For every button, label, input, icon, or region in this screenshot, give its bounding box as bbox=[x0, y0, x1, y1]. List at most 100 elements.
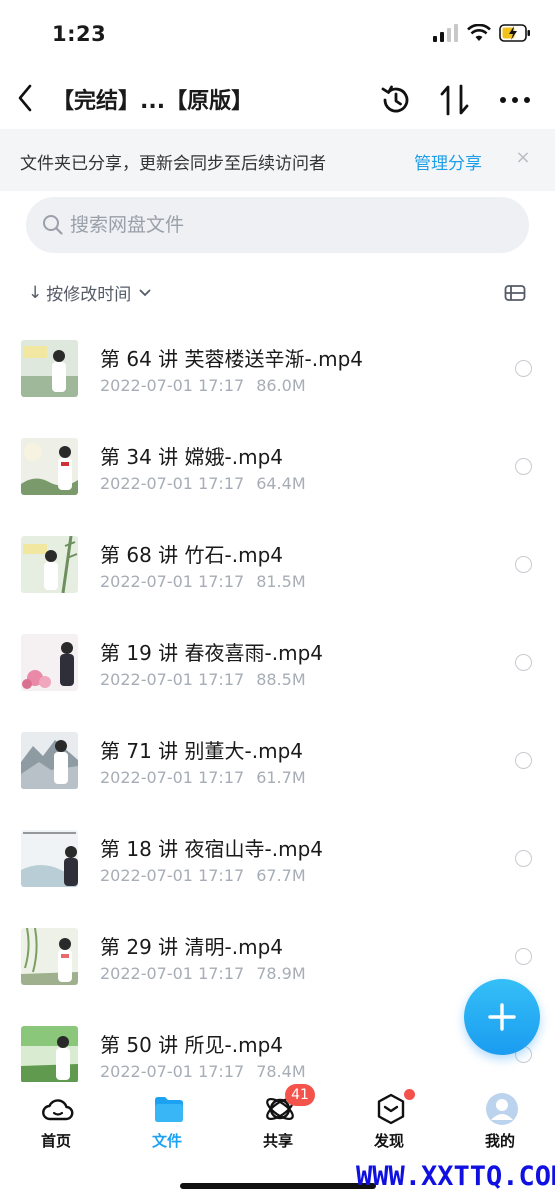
video-thumbnail bbox=[21, 830, 78, 887]
video-thumbnail bbox=[21, 340, 78, 397]
file-row[interactable]: 第 19 讲 春夜喜雨-.mp4 2022-07-01 17:17 88.5M bbox=[0, 614, 555, 712]
video-thumbnail bbox=[21, 732, 78, 789]
tab-home[interactable]: 首页 bbox=[11, 1092, 101, 1152]
add-button[interactable] bbox=[464, 979, 540, 1055]
file-name: 第 50 讲 所见-.mp4 bbox=[100, 1033, 283, 1057]
tab-files[interactable]: 文件 bbox=[122, 1092, 212, 1152]
file-name: 第 34 讲 嫦娥-.mp4 bbox=[100, 445, 283, 469]
avatar-icon bbox=[486, 1093, 518, 1125]
tab-me[interactable]: 我的 bbox=[455, 1092, 545, 1152]
tab-label: 首页 bbox=[40, 1132, 71, 1150]
video-thumbnail bbox=[21, 634, 78, 691]
file-date: 2022-07-01 17:17 bbox=[100, 768, 245, 787]
page-title: 【完结】...【原版】 bbox=[52, 89, 254, 114]
status-icons bbox=[433, 24, 531, 42]
transfer-arrows-icon bbox=[440, 84, 469, 116]
select-radio[interactable] bbox=[515, 556, 532, 573]
transfer-button[interactable] bbox=[435, 80, 475, 120]
file-date: 2022-07-01 17:17 bbox=[100, 1062, 245, 1081]
close-banner-button[interactable]: × bbox=[512, 147, 534, 168]
search-input[interactable] bbox=[70, 205, 510, 245]
share-banner-text: 文件夹已分享，更新会同步至后续访问者 bbox=[20, 154, 326, 174]
wifi-icon bbox=[467, 24, 491, 41]
watermark-text: WWW.XXTTQ.COM bbox=[356, 1161, 555, 1192]
tab-label: 共享 bbox=[262, 1132, 293, 1150]
file-name: 第 19 讲 春夜喜雨-.mp4 bbox=[100, 641, 323, 665]
file-date: 2022-07-01 17:17 bbox=[100, 964, 245, 983]
file-row[interactable]: 第 18 讲 夜宿山寺-.mp4 2022-07-01 17:17 67.7M bbox=[0, 810, 555, 908]
video-thumbnail bbox=[21, 438, 78, 495]
tab-label: 我的 bbox=[484, 1132, 515, 1150]
cellular-signal-icon bbox=[433, 24, 458, 42]
file-date: 2022-07-01 17:17 bbox=[100, 376, 245, 395]
file-date: 2022-07-01 17:17 bbox=[100, 474, 245, 493]
plus-icon bbox=[488, 1003, 516, 1031]
select-radio[interactable] bbox=[515, 850, 532, 867]
video-thumbnail bbox=[21, 1026, 78, 1082]
file-date: 2022-07-01 17:17 bbox=[100, 572, 245, 591]
share-badge: 41 bbox=[285, 1084, 315, 1106]
more-dots-icon bbox=[500, 97, 530, 103]
select-radio[interactable] bbox=[515, 948, 532, 965]
share-banner: 文件夹已分享，更新会同步至后续访问者 管理分享 × bbox=[0, 129, 555, 191]
file-meta: 2022-07-01 17:17 86.0M bbox=[100, 376, 306, 395]
list-view-icon bbox=[504, 285, 526, 301]
file-row[interactable]: 第 71 讲 别董大-.mp4 2022-07-01 17:17 61.7M bbox=[0, 712, 555, 810]
file-size: 86.0M bbox=[256, 376, 306, 395]
search-icon bbox=[43, 215, 63, 235]
file-size: 88.5M bbox=[256, 670, 306, 689]
file-row[interactable]: 第 29 讲 清明-.mp4 2022-07-01 17:17 78.9M bbox=[0, 908, 555, 1006]
file-meta: 2022-07-01 17:17 78.9M bbox=[100, 964, 306, 983]
tab-label: 文件 bbox=[151, 1132, 182, 1150]
battery-charging-icon bbox=[499, 24, 530, 42]
file-date: 2022-07-01 17:17 bbox=[100, 866, 245, 885]
manage-share-link[interactable]: 管理分享 bbox=[414, 149, 482, 174]
home-indicator bbox=[180, 1183, 376, 1189]
file-meta: 2022-07-01 17:17 64.4M bbox=[100, 474, 306, 493]
file-meta: 2022-07-01 17:17 78.4M bbox=[100, 1062, 306, 1081]
select-radio[interactable] bbox=[515, 654, 532, 671]
file-size: 78.9M bbox=[256, 964, 306, 983]
search-box[interactable] bbox=[26, 197, 529, 253]
select-radio[interactable] bbox=[515, 752, 532, 769]
select-radio[interactable] bbox=[515, 360, 532, 377]
file-meta: 2022-07-01 17:17 88.5M bbox=[100, 670, 306, 689]
file-size: 78.4M bbox=[256, 1062, 306, 1081]
cloud-icon bbox=[42, 1099, 74, 1121]
tab-discover[interactable]: 发现 bbox=[344, 1089, 434, 1152]
file-size: 81.5M bbox=[256, 572, 306, 591]
folder-icon bbox=[155, 1097, 183, 1122]
file-size: 61.7M bbox=[256, 768, 306, 787]
file-meta: 2022-07-01 17:17 67.7M bbox=[100, 866, 306, 885]
chevron-down-icon bbox=[139, 289, 151, 296]
file-size: 64.4M bbox=[256, 474, 306, 493]
file-row[interactable]: 第 64 讲 芙蓉楼送辛渐-.mp4 2022-07-01 17:17 86.0M bbox=[0, 320, 555, 418]
sort-label: 按修改时间 bbox=[46, 285, 132, 305]
view-mode-toggle[interactable] bbox=[504, 284, 526, 306]
sort-row: ↓ 按修改时间 bbox=[0, 276, 555, 312]
file-meta: 2022-07-01 17:17 61.7M bbox=[100, 768, 306, 787]
tab-label: 发现 bbox=[373, 1132, 404, 1150]
file-name: 第 64 讲 芙蓉楼送辛渐-.mp4 bbox=[100, 347, 363, 371]
sort-button[interactable]: ↓ 按修改时间 bbox=[28, 280, 151, 305]
chevron-left-icon bbox=[18, 84, 32, 112]
status-time: 1:23 bbox=[52, 22, 107, 46]
status-bar: 1:23 bbox=[0, 0, 555, 70]
file-row[interactable]: 第 34 讲 嫦娥-.mp4 2022-07-01 17:17 64.4M bbox=[0, 418, 555, 516]
more-button[interactable] bbox=[495, 80, 535, 120]
file-meta: 2022-07-01 17:17 81.5M bbox=[100, 572, 306, 591]
tab-share[interactable]: 41 共享 bbox=[233, 1084, 323, 1152]
back-button[interactable] bbox=[10, 78, 40, 118]
file-name: 第 68 讲 竹石-.mp4 bbox=[100, 543, 283, 567]
history-button[interactable] bbox=[376, 80, 416, 120]
file-name: 第 18 讲 夜宿山寺-.mp4 bbox=[100, 837, 323, 861]
navigation-bar: 【完结】...【原版】 bbox=[0, 70, 555, 128]
file-row[interactable]: 第 68 讲 竹石-.mp4 2022-07-01 17:17 81.5M bbox=[0, 516, 555, 614]
file-size: 67.7M bbox=[256, 866, 306, 885]
history-icon bbox=[381, 85, 409, 113]
sort-arrow-icon: ↓ bbox=[28, 282, 43, 303]
file-name: 第 29 讲 清明-.mp4 bbox=[100, 935, 283, 959]
video-thumbnail bbox=[21, 928, 78, 985]
select-radio[interactable] bbox=[515, 458, 532, 475]
video-thumbnail bbox=[21, 536, 78, 593]
